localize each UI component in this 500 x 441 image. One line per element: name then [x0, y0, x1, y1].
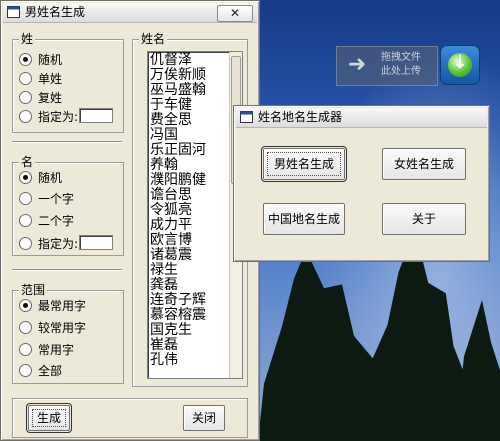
names-group: 姓名 仉督泽 万俟新顺 巫马盛翰 于车健 费全思 冯国 乐正固河 养翰 濮阳鹏健 谵台思 令狐亮 成力…: [132, 32, 248, 387]
drop-zone-line: 此处上传: [381, 66, 421, 77]
window-title: 男姓名生成: [25, 5, 86, 19]
drop-zone-text: 拖拽文件 此处上传: [381, 51, 421, 79]
list-item[interactable]: 诸葛震: [150, 248, 192, 263]
female-name-generate-button[interactable]: 女姓名生成: [382, 148, 466, 180]
close-icon[interactable]: ✕: [217, 5, 253, 22]
button-bar: 生成 关闭: [12, 398, 248, 438]
range-option-common[interactable]: 常用字: [19, 342, 74, 358]
group-label: 姓名: [139, 32, 168, 46]
male-name-generate-button[interactable]: 男姓名生成: [261, 146, 347, 182]
radio-label: 指定为:: [38, 110, 79, 124]
drop-zone-line: 拖拽文件: [381, 52, 421, 63]
radio-label: 随机: [38, 171, 63, 185]
radio-button[interactable]: [19, 214, 32, 227]
surname-option-compound[interactable]: 复姓: [19, 90, 62, 106]
group-label: 姓: [19, 32, 36, 46]
given-name-group: 名 随机 一个字 二个字 指定为:: [12, 155, 124, 256]
list-item[interactable]: 欧言博: [150, 233, 192, 248]
list-item[interactable]: 崔磊: [150, 338, 178, 353]
surname-group: 姓 随机 单姓 复姓 指定为:: [12, 32, 124, 133]
list-item[interactable]: 龚磊: [150, 278, 178, 293]
radio-label: 指定为:: [38, 237, 79, 251]
list-item[interactable]: 于车健: [150, 98, 192, 113]
range-option-most-common[interactable]: 最常用字: [19, 298, 86, 314]
list-item[interactable]: 令狐亮: [150, 203, 192, 218]
radio-label: 较常用字: [38, 321, 87, 335]
surname-option-specify[interactable]: 指定为:: [19, 109, 78, 125]
range-option-all[interactable]: 全部: [19, 363, 62, 379]
radio-button[interactable]: [19, 364, 32, 377]
radio-button[interactable]: [19, 299, 32, 312]
group-label: 名: [19, 155, 36, 169]
radio-label: 随机: [38, 53, 63, 67]
generated-names-list[interactable]: 仉督泽 万俟新顺 巫马盛翰 于车健 费全思 冯国 乐正固河 养翰 濮阳鹏健 谵台思 令狐亮 成力平 欧言…: [147, 51, 243, 379]
radio-button[interactable]: [19, 321, 32, 334]
list-item[interactable]: 成力平: [150, 218, 192, 233]
generate-button[interactable]: 生成: [26, 403, 72, 433]
radio-button[interactable]: [19, 91, 32, 104]
range-group: 范围 最常用字 较常用字 常用字 全部: [12, 283, 124, 384]
list-item[interactable]: 濮阳鹏健: [150, 173, 206, 188]
surname-specify-input[interactable]: [79, 108, 113, 123]
close-button[interactable]: 关闭: [183, 405, 225, 431]
list-item[interactable]: 乐正固河: [150, 143, 206, 158]
given-option-random[interactable]: 随机: [19, 170, 62, 186]
radio-button[interactable]: [19, 72, 32, 85]
app-icon: [240, 111, 253, 123]
window-title: 姓名地名生成器: [258, 110, 343, 124]
given-option-specify[interactable]: 指定为:: [19, 236, 78, 252]
list-item[interactable]: 慕容榕震: [150, 308, 206, 323]
download-arrow-icon[interactable]: ↓: [440, 45, 480, 85]
list-item[interactable]: 万俟新顺: [150, 68, 206, 83]
about-button[interactable]: 关于: [382, 203, 466, 235]
radio-label: 单姓: [38, 72, 63, 86]
radio-button[interactable]: [19, 237, 32, 250]
launcher-window: 姓名地名生成器 男姓名生成 女姓名生成 中国地名生成 关于: [233, 105, 490, 262]
given-specify-input[interactable]: [79, 235, 113, 250]
radio-button[interactable]: [19, 192, 32, 205]
male-name-generator-window: 男姓名生成 ✕ 姓 随机 单姓 复姓 指定为: 名 随机 一个字 二个字 指定为…: [0, 0, 260, 441]
list-item[interactable]: 仉督泽: [150, 53, 192, 68]
radio-label: 全部: [38, 364, 63, 378]
given-option-two-char[interactable]: 二个字: [19, 213, 74, 229]
china-place-name-button[interactable]: 中国地名生成: [263, 203, 345, 235]
list-item[interactable]: 孔伟: [150, 353, 178, 368]
list-item[interactable]: 谵台思: [150, 188, 192, 203]
upload-drop-zone[interactable]: ➜ 拖拽文件 此处上传: [336, 46, 438, 86]
radio-label: 常用字: [38, 343, 75, 357]
surname-option-single[interactable]: 单姓: [19, 71, 62, 87]
radio-label: 一个字: [38, 192, 75, 206]
group-label: 范围: [19, 283, 48, 297]
list-item[interactable]: 费全思: [150, 113, 192, 128]
radio-label: 最常用字: [38, 299, 87, 313]
list-item[interactable]: 国克生: [150, 323, 192, 338]
divider: [12, 141, 122, 143]
list-item[interactable]: 养翰: [150, 158, 178, 173]
range-option-fairly-common[interactable]: 较常用字: [19, 320, 86, 336]
download-arrow-glyph: ↓: [452, 52, 468, 73]
app-icon: [7, 6, 20, 18]
list-item[interactable]: 连奇子辉: [150, 293, 206, 308]
list-item[interactable]: 巫马盛翰: [150, 83, 206, 98]
radio-button[interactable]: [19, 171, 32, 184]
radio-label: 复姓: [38, 91, 63, 105]
radio-label: 二个字: [38, 214, 75, 228]
radio-button[interactable]: [19, 110, 32, 123]
title-bar[interactable]: 男姓名生成 ✕: [3, 3, 257, 23]
list-item[interactable]: 冯国: [150, 128, 178, 143]
radio-button[interactable]: [19, 53, 32, 66]
divider: [12, 269, 122, 271]
radio-button[interactable]: [19, 343, 32, 356]
list-item[interactable]: 禄生: [150, 263, 178, 278]
given-option-one-char[interactable]: 一个字: [19, 191, 74, 207]
cloud-upload-icon: ➜: [347, 52, 367, 77]
title-bar[interactable]: 姓名地名生成器: [236, 108, 487, 128]
surname-option-random[interactable]: 随机: [19, 52, 62, 68]
